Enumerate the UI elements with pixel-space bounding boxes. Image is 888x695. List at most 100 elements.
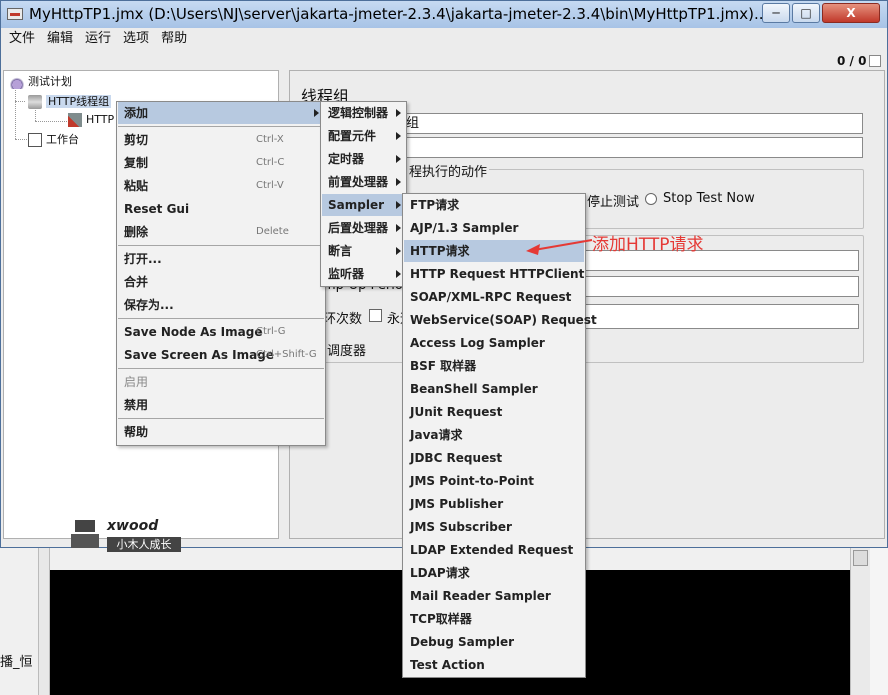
sampler-item-ajp[interactable]: AJP/1.3 Sampler: [404, 217, 584, 239]
sampler-item-tcp[interactable]: TCP取样器: [404, 608, 584, 630]
shortcut-label: Ctrl-C: [256, 157, 285, 168]
console-left-strip: [38, 548, 50, 695]
menu-item-label: JUnit Request: [410, 405, 503, 419]
shortcut-label: Ctrl+Shift-G: [256, 349, 317, 360]
menu-item-label: 打开...: [124, 252, 162, 266]
menu-item-label: Sampler: [328, 198, 385, 212]
stop-test-now-radio[interactable]: [645, 193, 657, 205]
sampler-item-ftp[interactable]: FTP请求: [404, 194, 584, 216]
menu-item-copy[interactable]: 复制 Ctrl-C: [118, 152, 324, 174]
tree-line: [15, 101, 25, 102]
menu-item-help[interactable]: 帮助: [118, 421, 324, 443]
tree-item-http-request[interactable]: HTTP: [68, 113, 114, 127]
tree-line: [15, 139, 27, 140]
menu-item-save-as[interactable]: 保存为...: [118, 294, 324, 316]
menu-item-label: FTP请求: [410, 198, 460, 212]
submenu-item-config-element[interactable]: 配置元件: [322, 125, 405, 147]
sampler-item-test-action[interactable]: Test Action: [404, 654, 584, 676]
sampler-item-soap-xmlrpc[interactable]: SOAP/XML-RPC Request: [404, 286, 584, 308]
menu-item-label: Java请求: [410, 428, 463, 442]
tree-item-thread-group[interactable]: HTTP线程组: [28, 93, 112, 109]
tree-item-test-plan[interactable]: 测试计划: [10, 73, 72, 89]
sampler-item-jdbc[interactable]: JDBC Request: [404, 447, 584, 469]
menu-item-label: JDBC Request: [410, 451, 503, 465]
sampler-item-jms-p2p[interactable]: JMS Point-to-Point: [404, 470, 584, 492]
menu-run[interactable]: 运行: [77, 28, 115, 50]
context-menu: 添加 剪切 Ctrl-X 复制 Ctrl-C 粘贴 Ctrl-V Reset Gui …: [116, 101, 326, 446]
forever-checkbox[interactable]: [369, 309, 382, 322]
menu-divider: [118, 318, 324, 319]
status-indicator: [869, 55, 881, 67]
menu-item-add[interactable]: 添加: [118, 102, 324, 124]
menu-item-label: 添加: [124, 106, 149, 120]
menu-item-reset-gui[interactable]: Reset Gui: [118, 198, 324, 220]
menu-item-label: BeanShell Sampler: [410, 382, 538, 396]
comments-field[interactable]: [402, 137, 863, 158]
submenu-item-sampler[interactable]: Sampler: [322, 194, 405, 216]
console-right-pad: [870, 548, 888, 695]
sampler-item-access-log[interactable]: Access Log Sampler: [404, 332, 584, 354]
sampler-item-jms-subscriber[interactable]: JMS Subscriber: [404, 516, 584, 538]
toolbar: 0 / 0: [1, 50, 887, 70]
sampler-item-java[interactable]: Java请求: [404, 424, 584, 446]
name-field[interactable]: 组: [402, 113, 863, 134]
menu-item-label: Reset Gui: [124, 202, 190, 216]
sampler-icon: [68, 113, 82, 127]
menu-item-label: Debug Sampler: [410, 635, 515, 649]
shortcut-label: Ctrl-X: [256, 134, 284, 145]
watermark-brand: xwood: [107, 518, 159, 534]
annotation-arrow-icon: [526, 239, 593, 255]
submenu-arrow-icon: [396, 109, 401, 117]
sampler-item-junit[interactable]: JUnit Request: [404, 401, 584, 423]
submenu-item-assertion[interactable]: 断言: [322, 240, 405, 262]
sampler-item-beanshell[interactable]: BeanShell Sampler: [404, 378, 584, 400]
menu-file[interactable]: 文件: [1, 28, 39, 50]
loop-count-field[interactable]: [581, 304, 859, 329]
sampler-item-mail-reader[interactable]: Mail Reader Sampler: [404, 585, 584, 607]
menu-options[interactable]: 选项: [115, 28, 153, 50]
menu-item-label: HTTP请求: [410, 244, 470, 258]
maximize-button[interactable]: □: [792, 3, 820, 23]
thread-group-icon: [28, 95, 42, 109]
menu-item-merge[interactable]: 合并: [118, 271, 324, 293]
menu-item-label: 配置元件: [328, 129, 377, 143]
tree-item-workbench[interactable]: 工作台: [28, 131, 79, 147]
menu-item-paste[interactable]: 粘贴 Ctrl-V: [118, 175, 324, 197]
minimize-button[interactable]: ─: [762, 3, 790, 23]
menu-item-label: HTTP Request HTTPClient: [410, 267, 585, 281]
menu-item-label: LDAP Extended Request: [410, 543, 574, 557]
group-label: 程执行的动作: [407, 161, 490, 180]
menu-item-save-screen-image[interactable]: Save Screen As Image Ctrl+Shift-G: [118, 344, 324, 366]
submenu-item-logic-controller[interactable]: 逻辑控制器: [322, 102, 405, 124]
console-scrollbar[interactable]: [850, 548, 870, 695]
menu-item-label: SOAP/XML-RPC Request: [410, 290, 572, 304]
submenu-item-timer[interactable]: 定时器: [322, 148, 405, 170]
close-button[interactable]: X: [822, 3, 880, 23]
sampler-item-http-httpclient[interactable]: HTTP Request HTTPClient: [404, 263, 584, 285]
menu-item-label: 合并: [124, 275, 149, 289]
sampler-item-ldap[interactable]: LDAP请求: [404, 562, 584, 584]
menu-item-save-node-image[interactable]: Save Node As Image Ctrl-G: [118, 321, 324, 343]
submenu-arrow-icon: [396, 247, 401, 255]
menu-item-disable[interactable]: 禁用: [118, 394, 324, 416]
menu-item-delete[interactable]: 删除 Delete: [118, 221, 324, 243]
sampler-item-debug[interactable]: Debug Sampler: [404, 631, 584, 653]
rampup-field[interactable]: [581, 276, 859, 297]
sampler-item-jms-publisher[interactable]: JMS Publisher: [404, 493, 584, 515]
sampler-item-bsf[interactable]: BSF 取样器: [404, 355, 584, 377]
submenu-item-listener[interactable]: 监听器: [322, 263, 405, 285]
menu-item-label: Access Log Sampler: [410, 336, 545, 350]
sampler-item-ldap-extended[interactable]: LDAP Extended Request: [404, 539, 584, 561]
menu-item-label: JMS Point-to-Point: [410, 474, 535, 488]
menu-help[interactable]: 帮助: [153, 28, 191, 50]
menu-item-open[interactable]: 打开...: [118, 248, 324, 270]
submenu-item-postprocessor[interactable]: 后置处理器: [322, 217, 405, 239]
menu-item-cut[interactable]: 剪切 Ctrl-X: [118, 129, 324, 151]
tree-item-label: 工作台: [46, 133, 79, 146]
robot-logo-icon: [67, 520, 103, 552]
sampler-item-webservice[interactable]: WebService(SOAP) Request: [404, 309, 597, 331]
scheduler-label: 调度器: [327, 344, 367, 359]
menu-edit[interactable]: 编辑: [39, 28, 77, 50]
scrollbar-thumb[interactable]: [853, 550, 868, 566]
submenu-item-preprocessor[interactable]: 前置处理器: [322, 171, 405, 193]
